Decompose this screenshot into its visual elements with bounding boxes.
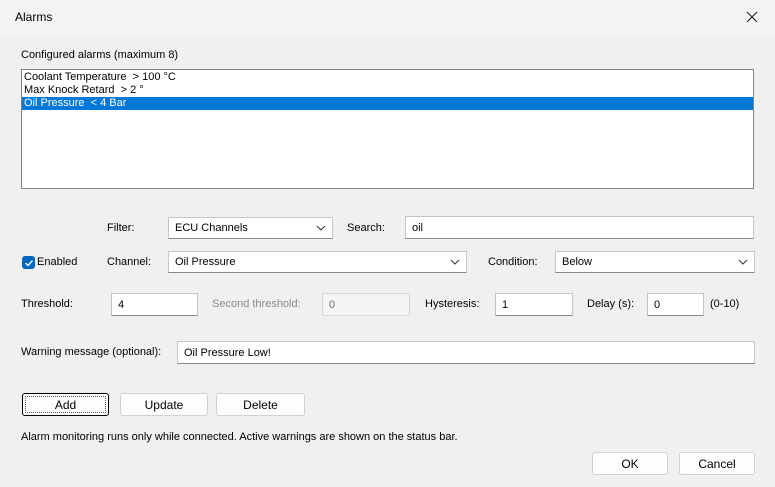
cancel-button[interactable]: Cancel xyxy=(679,452,755,475)
update-button[interactable]: Update xyxy=(120,393,208,416)
alarms-list-heading: Configured alarms (maximum 8) xyxy=(21,49,179,61)
ok-button-label: OK xyxy=(621,456,639,471)
ok-button[interactable]: OK xyxy=(592,452,668,475)
second-threshold-label: Second threshold: xyxy=(212,298,301,310)
search-input[interactable] xyxy=(405,216,754,239)
close-icon xyxy=(746,11,758,23)
second-threshold-input xyxy=(322,293,410,316)
window-title: Alarms xyxy=(15,10,53,24)
threshold-label: Threshold: xyxy=(21,298,73,310)
chevron-down-icon xyxy=(738,259,748,265)
filter-select[interactable]: ECU Channels xyxy=(168,217,333,239)
checkmark-icon xyxy=(24,259,33,267)
chevron-down-icon xyxy=(450,259,460,265)
delay-input[interactable] xyxy=(647,293,704,316)
enabled-label[interactable]: Enabled xyxy=(37,256,77,268)
alarms-listbox[interactable]: Coolant Temperature > 100 °C Max Knock R… xyxy=(21,69,754,189)
hysteresis-input[interactable] xyxy=(495,293,573,316)
filter-label: Filter: xyxy=(107,222,135,234)
channel-select[interactable]: Oil Pressure xyxy=(168,251,467,273)
condition-value: Below xyxy=(562,256,592,268)
delay-range-hint: (0-10) xyxy=(710,298,740,310)
list-item[interactable]: Coolant Temperature > 100 °C xyxy=(22,71,753,84)
filter-value: ECU Channels xyxy=(175,222,248,234)
delete-button-label: Delete xyxy=(243,397,278,412)
hysteresis-label: Hysteresis: xyxy=(425,298,480,310)
cancel-button-label: Cancel xyxy=(698,456,736,471)
footer-note: Alarm monitoring runs only while connect… xyxy=(21,431,458,443)
channel-value: Oil Pressure xyxy=(175,256,236,268)
close-button[interactable] xyxy=(729,0,775,34)
update-button-label: Update xyxy=(144,397,184,412)
delay-label: Delay (s): xyxy=(587,298,635,310)
title-bar: Alarms xyxy=(0,0,775,34)
list-item[interactable]: Max Knock Retard > 2 ° xyxy=(22,84,753,97)
list-item-selected[interactable]: Oil Pressure < 4 Bar xyxy=(22,97,753,110)
add-button[interactable]: Add xyxy=(22,393,109,416)
condition-select[interactable]: Below xyxy=(555,251,755,273)
channel-label: Channel: xyxy=(107,256,152,268)
warning-message-input[interactable] xyxy=(177,341,755,364)
delete-button[interactable]: Delete xyxy=(216,393,305,416)
warning-message-label: Warning message (optional): xyxy=(21,346,162,358)
enabled-checkbox[interactable] xyxy=(22,256,35,269)
condition-label: Condition: xyxy=(488,256,538,268)
threshold-input[interactable] xyxy=(111,293,198,316)
chevron-down-icon xyxy=(316,225,326,231)
add-button-label: Add xyxy=(54,397,77,412)
search-label: Search: xyxy=(347,222,385,234)
